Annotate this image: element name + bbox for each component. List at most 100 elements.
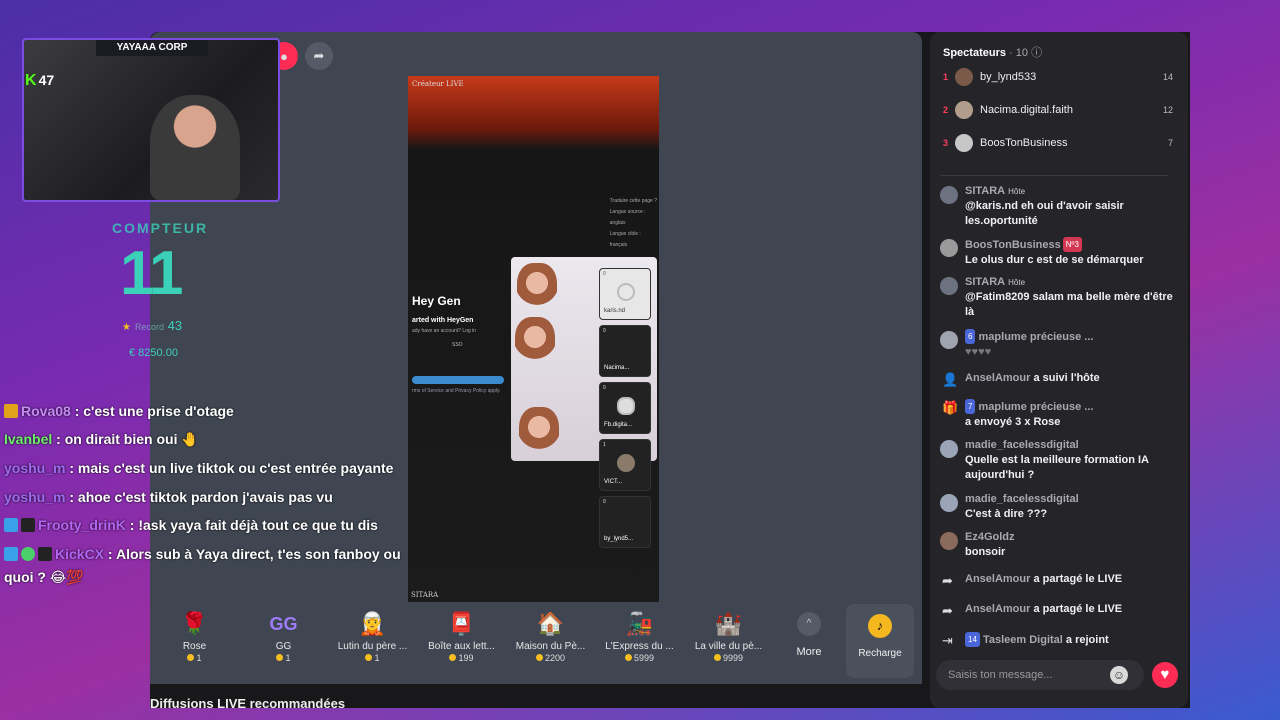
more-gifts-button[interactable]: ^ More bbox=[773, 602, 845, 658]
portrait-image bbox=[517, 263, 557, 313]
menu-line: français bbox=[609, 242, 628, 248]
chat-message: madie_facelessdigital C'est à dire ??? bbox=[938, 492, 1178, 522]
heygen-tagline: arted with HeyGen bbox=[412, 317, 474, 324]
menu-line: Langue source : bbox=[609, 209, 646, 215]
guest-tile[interactable]: 1 VICT... bbox=[599, 439, 651, 491]
guest-count: 1 bbox=[603, 442, 606, 448]
video-top-label: Créateur LIVE bbox=[412, 80, 464, 88]
chat-username[interactable]: AnselAmour bbox=[965, 573, 1030, 585]
chat-text: a partagé le LIVE bbox=[1033, 573, 1123, 585]
prime-badge-icon bbox=[4, 547, 18, 561]
chat-username[interactable]: SITARA bbox=[965, 276, 1005, 288]
viewer-score: 14 bbox=[1162, 72, 1173, 82]
crown-badge-icon bbox=[4, 404, 18, 418]
kick-count: 47 bbox=[38, 72, 55, 88]
recharge-button[interactable]: ♪ Recharge bbox=[846, 604, 914, 678]
share-icon[interactable]: ➦ bbox=[305, 42, 333, 70]
house-icon: 🏠 bbox=[536, 611, 565, 636]
guest-avatar-icon bbox=[617, 397, 635, 415]
chat-text: Quelle est la meilleure formation IA auj… bbox=[965, 454, 1149, 481]
gift-rose[interactable]: 🌹 Rose 1 bbox=[150, 602, 239, 663]
host-badge: Hôte bbox=[1008, 187, 1026, 196]
gift-price: 5999 bbox=[595, 653, 684, 663]
gift-price: 9999 bbox=[684, 653, 773, 663]
chat-username[interactable]: AnselAmour bbox=[965, 372, 1030, 384]
prime-badge-icon bbox=[4, 518, 18, 532]
chat-text: @karis.nd eh oui d'avoir saisir les.opor… bbox=[965, 200, 1124, 227]
guest-tile[interactable]: 0 Nacima... bbox=[599, 325, 651, 377]
user-follow-icon: 👤 bbox=[942, 372, 959, 387]
chat-event: 🎁 7 maplume précieuse ... a envoyé 3 x Ro… bbox=[938, 399, 1178, 430]
gift-lutin[interactable]: 🧝 Lutin du père ... 1 bbox=[328, 602, 417, 663]
chat-event: ➦ AnselAmour a partagé le LIVE bbox=[938, 572, 1178, 588]
gift-price-value: 199 bbox=[458, 653, 474, 663]
gift-maison[interactable]: 🏠 Maison du Pè... 2200 bbox=[506, 602, 595, 663]
guest-count: 0 bbox=[603, 328, 606, 334]
gift-name: Lutin du père ... bbox=[337, 641, 408, 652]
chat-username[interactable]: maplume précieuse ... bbox=[979, 331, 1094, 343]
viewer-row[interactable]: 2 Nacima.digital.faith 12 bbox=[943, 100, 1173, 120]
chat-username[interactable]: BoosTonBusiness bbox=[965, 239, 1061, 251]
guest-tile[interactable]: 0 Fb.digita... bbox=[599, 382, 651, 434]
chat-username[interactable]: AnselAmour bbox=[965, 603, 1030, 615]
gift-ville[interactable]: 🏰 La ville du pè... 9999 bbox=[684, 602, 773, 663]
chat-username[interactable]: maplume précieuse ... bbox=[979, 401, 1094, 413]
twitch-message: Frooty_drinK : !ask yaya fait déjà tout … bbox=[4, 514, 404, 537]
viewer-row[interactable]: 1 by_lynd533 14 bbox=[943, 67, 1173, 87]
chat-message: Ez4Goldz bonsoir bbox=[938, 530, 1178, 560]
gift-express[interactable]: 🚂 L'Express du ... 5999 bbox=[595, 602, 684, 663]
menu-line: Traduire cette page ? bbox=[609, 198, 657, 204]
chat-username[interactable]: madie_facelessdigital bbox=[965, 493, 1079, 505]
heygen-sub: ady have an account? Log in bbox=[412, 328, 476, 334]
live-video[interactable]: Créateur LIVE Traduire cette page ? Lang… bbox=[408, 76, 659, 602]
guest-tile[interactable]: 0 karis.nd bbox=[599, 268, 651, 320]
chat-username[interactable]: Ez4Goldz bbox=[965, 531, 1015, 543]
avatar bbox=[955, 134, 973, 152]
twitch-message: yoshu_m : ahoe c'est tiktok pardon j'ava… bbox=[4, 486, 404, 509]
twitch-text: quoi ? bbox=[4, 569, 46, 585]
chevron-up-icon: ^ bbox=[797, 612, 821, 636]
chat-text: a suivi l'hôte bbox=[1033, 372, 1100, 384]
tiktok-live-window: ● ➦ Créateur LIVE Traduire cette page ? … bbox=[150, 32, 1190, 708]
twitch-message: KickCX : Alors sub à Yaya direct, t'es s… bbox=[4, 543, 404, 566]
viewer-score: 12 bbox=[1162, 105, 1173, 115]
star-icon: ★ bbox=[122, 322, 131, 333]
chat-username[interactable]: madie_facelessdigital bbox=[965, 439, 1079, 451]
heygen-button bbox=[412, 376, 504, 384]
emoji-icon[interactable]: ☺ bbox=[1110, 666, 1128, 684]
recharge-label: Recharge bbox=[858, 648, 902, 659]
chat-username[interactable]: SITARA bbox=[965, 185, 1005, 197]
guest-avatar-icon bbox=[617, 454, 635, 472]
chat-message: 6 maplume précieuse ... ♥♥♥♥ bbox=[938, 329, 1178, 360]
gift-price: 1 bbox=[328, 653, 417, 663]
info-icon[interactable]: ⓘ bbox=[1031, 47, 1042, 59]
guest-count: 0 bbox=[603, 499, 606, 505]
chat-message: SITARA Hôte @Fatim8209 salam ma belle mère… bbox=[938, 275, 1178, 320]
gift-boite-aux-lettres[interactable]: 📮 Boîte aux lett... 199 bbox=[417, 602, 506, 663]
coin-icon bbox=[713, 654, 721, 661]
guest-name: by_lynd5... bbox=[604, 536, 634, 542]
record: ★ Record 43 bbox=[122, 318, 182, 333]
twitch-text: : !ask yaya fait déjà tout ce que tu dis bbox=[129, 517, 378, 533]
record-value: 43 bbox=[167, 318, 183, 333]
video-bottom-label: SITARA bbox=[411, 591, 439, 599]
viewer-name: by_lynd533 bbox=[980, 71, 1037, 83]
viewer-row[interactable]: 3 BoosTonBusiness 7 bbox=[943, 133, 1173, 153]
rose-icon: 🌹 bbox=[180, 611, 209, 636]
heart-icon[interactable]: ♥ bbox=[1152, 662, 1178, 688]
coin-icon bbox=[276, 654, 284, 661]
level-badge: 14 bbox=[965, 632, 980, 647]
avatar bbox=[940, 277, 958, 295]
gift-gg[interactable]: GG GG 1 bbox=[239, 602, 328, 663]
twitch-text: : on dirait bien oui bbox=[56, 431, 178, 447]
guest-tile[interactable]: 0 by_lynd5... bbox=[599, 496, 651, 548]
viewer-rank: 2 bbox=[943, 105, 949, 115]
coin-icon bbox=[535, 654, 543, 661]
chat-username[interactable]: Tasleem Digital bbox=[983, 634, 1063, 646]
menu-line: Langue cible : bbox=[609, 231, 641, 237]
twitch-message: Rova08 : c'est une prise d'otage bbox=[4, 400, 404, 423]
viewer-rank: 1 bbox=[943, 72, 949, 82]
gift-price-value: 2200 bbox=[544, 653, 566, 663]
emote-icon: 🤚 bbox=[181, 431, 199, 447]
gift-price-value: 5999 bbox=[633, 653, 655, 663]
